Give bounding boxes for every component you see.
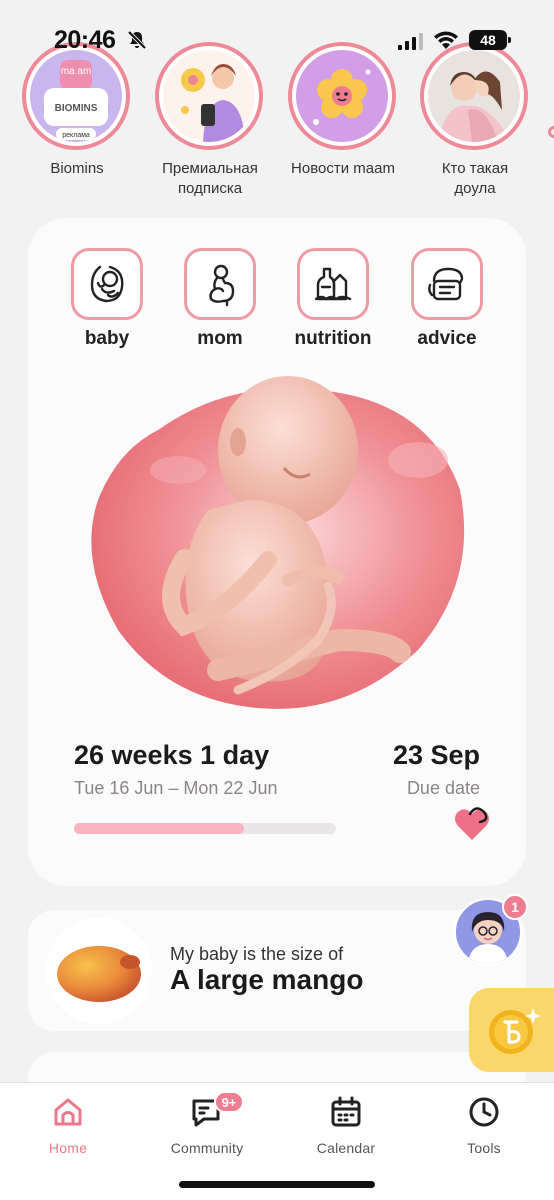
biomins-brand-mid: BIOMINS <box>55 103 98 114</box>
story-label-news: Новости maam <box>291 160 395 177</box>
community-badge: 9+ <box>214 1091 244 1113</box>
ad-tag: реклама <box>62 132 90 139</box>
mango-image <box>46 918 152 1024</box>
category-baby[interactable]: baby <box>52 248 162 350</box>
story-next-partial[interactable] <box>548 126 554 138</box>
week-date-range: Tue 16 Jun – Mon 22 Jun <box>74 778 278 798</box>
status-bar: 20:46 48 <box>0 0 554 80</box>
assistant-badge: 1 <box>502 894 528 920</box>
baby-icon <box>90 265 124 303</box>
fetus-image[interactable] <box>88 370 466 716</box>
nav-label-tools: Tools <box>467 1140 501 1156</box>
pregnancy-progress-fill <box>74 823 245 834</box>
coin-icon <box>489 1008 541 1054</box>
nav-label-home: Home <box>48 1140 88 1156</box>
pregnancy-progress-bar <box>74 823 336 834</box>
category-mom[interactable]: mom <box>165 248 275 350</box>
home-icon <box>54 1098 82 1126</box>
heart-icon[interactable] <box>452 806 492 842</box>
advice-icon <box>428 267 464 301</box>
coins-button[interactable] <box>469 988 554 1072</box>
category-label-nutrition: nutrition <box>294 328 372 349</box>
mango-icon <box>57 946 141 1002</box>
nav-calendar[interactable]: Calendar <box>291 1095 401 1156</box>
category-label-baby: baby <box>84 328 130 349</box>
status-time: 20:46 <box>54 26 116 54</box>
pregnancy-card: baby mom nutrition advice 26 weeks 1 day… <box>28 218 526 886</box>
mom-icon <box>209 264 235 307</box>
category-nutrition[interactable]: nutrition <box>278 248 388 350</box>
category-label-mom: mom <box>197 328 243 349</box>
nav-label-community: Community <box>170 1140 244 1156</box>
nav-tools[interactable]: Tools <box>429 1095 539 1156</box>
clock-icon <box>469 1097 499 1127</box>
signal-icon <box>398 33 423 50</box>
category-advice[interactable]: advice <box>392 248 502 350</box>
battery-icon: 48 <box>469 30 511 50</box>
baby-size-value: A large mango <box>170 964 364 995</box>
due-date-label: Due date <box>406 778 480 798</box>
nav-label-calendar: Calendar <box>316 1140 376 1156</box>
nutrition-icon <box>314 267 352 301</box>
bell-off-icon <box>127 30 147 50</box>
story-label-biomins: Biomins <box>50 160 104 177</box>
story-label-premium: Премиальная подписка <box>162 160 258 197</box>
nav-community[interactable]: 9+ Community <box>152 1091 262 1156</box>
pregnancy-weeks: 26 weeks 1 day <box>74 740 270 770</box>
category-label-advice: advice <box>417 328 477 349</box>
home-indicator <box>179 1181 375 1188</box>
wifi-icon <box>434 31 458 49</box>
story-label-doula: Кто такая доула <box>441 160 509 197</box>
due-date-value: 23 Sep <box>392 740 480 770</box>
nav-home[interactable]: Home <box>13 1095 123 1156</box>
baby-size-card[interactable]: My baby is the size of A large mango <box>28 910 526 1031</box>
baby-size-label: My baby is the size of <box>170 944 344 964</box>
calendar-icon <box>331 1096 361 1127</box>
